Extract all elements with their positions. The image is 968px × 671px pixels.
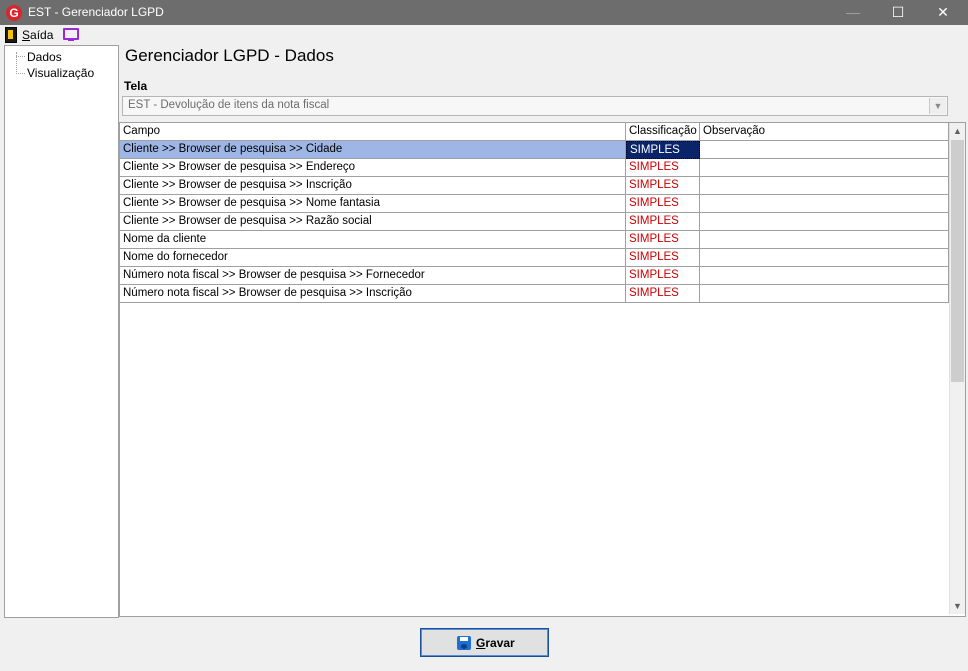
cell-observacao[interactable]	[700, 267, 949, 285]
cell-classificacao[interactable]: SIMPLES	[626, 249, 700, 267]
navigation-tree: Dados Visualização	[4, 45, 119, 618]
maximize-button[interactable]: ☐	[875, 0, 921, 25]
cell-classificacao[interactable]: SIMPLES	[626, 141, 700, 159]
table-row[interactable]: Número nota fiscal >> Browser de pesquis…	[120, 285, 949, 303]
chevron-down-icon[interactable]: ▼	[929, 98, 946, 114]
cell-observacao[interactable]	[700, 285, 949, 303]
cell-campo[interactable]: Cliente >> Browser de pesquisa >> Inscri…	[120, 177, 626, 195]
scrollbar-thumb[interactable]	[951, 140, 964, 382]
cell-observacao[interactable]	[700, 141, 949, 159]
table-row[interactable]: Cliente >> Browser de pesquisa >> Nome f…	[120, 195, 949, 213]
page-title: Gerenciador LGPD - Dados	[125, 46, 334, 65]
tela-select[interactable]: EST - Devolução de itens da nota fiscal …	[122, 96, 948, 116]
tela-label: Tela	[124, 79, 148, 93]
cell-observacao[interactable]	[700, 213, 949, 231]
tree-connector	[16, 73, 25, 74]
table-row[interactable]: Cliente >> Browser de pesquisa >> Razão …	[120, 213, 949, 231]
cell-campo[interactable]: Nome da cliente	[120, 231, 626, 249]
close-button[interactable]: ✕	[920, 0, 966, 25]
cell-campo[interactable]: Nome do fornecedor	[120, 249, 626, 267]
grid-header: Campo Classificação Observação	[120, 123, 949, 141]
cell-observacao[interactable]	[700, 195, 949, 213]
menu-bar: Saída	[0, 25, 968, 44]
cell-campo[interactable]: Número nota fiscal >> Browser de pesquis…	[120, 285, 626, 303]
cell-classificacao[interactable]: SIMPLES	[626, 159, 700, 177]
cell-classificacao[interactable]: SIMPLES	[626, 195, 700, 213]
cell-campo[interactable]: Cliente >> Browser de pesquisa >> Cidade	[120, 141, 626, 159]
cell-observacao[interactable]	[700, 159, 949, 177]
tree-connector	[16, 56, 25, 57]
menu-saida-label: aída	[30, 28, 54, 42]
tree-item-visualizacao[interactable]: Visualização	[27, 66, 94, 80]
cell-classificacao[interactable]: SIMPLES	[626, 285, 700, 303]
scroll-up-arrow-icon[interactable]: ▲	[950, 123, 965, 139]
gravar-button-label: Gravar	[476, 636, 515, 650]
tela-select-value: EST - Devolução de itens da nota fiscal	[128, 99, 330, 111]
cell-classificacao[interactable]: SIMPLES	[626, 231, 700, 249]
data-grid: Campo Classificação Observação Cliente >…	[119, 122, 966, 617]
scroll-down-arrow-icon[interactable]: ▼	[950, 598, 965, 614]
cell-observacao[interactable]	[700, 249, 949, 267]
cell-classificacao[interactable]: SIMPLES	[626, 267, 700, 285]
column-header-campo[interactable]: Campo	[120, 123, 626, 140]
gravar-mnemonic: G	[476, 636, 486, 650]
cell-observacao[interactable]	[700, 177, 949, 195]
column-header-classificacao[interactable]: Classificação	[626, 123, 700, 140]
monitor-icon[interactable]	[63, 28, 79, 41]
vertical-scrollbar[interactable]: ▲ ▼	[949, 123, 965, 614]
table-row[interactable]: Cliente >> Browser de pesquisa >> Inscri…	[120, 177, 949, 195]
minimize-button[interactable]: —	[830, 0, 876, 25]
column-header-observacao[interactable]: Observação	[700, 123, 949, 140]
menu-saida-mnemonic: S	[22, 28, 31, 42]
cell-classificacao[interactable]: SIMPLES	[626, 177, 700, 195]
cell-observacao[interactable]	[700, 231, 949, 249]
gravar-button[interactable]: Gravar	[420, 628, 549, 657]
gravar-label-rest: ravar	[485, 636, 515, 650]
cell-classificacao[interactable]: SIMPLES	[626, 213, 700, 231]
save-disk-icon	[457, 636, 471, 650]
table-row[interactable]: Cliente >> Browser de pesquisa >> Endere…	[120, 159, 949, 177]
title-bar: G EST - Gerenciador LGPD — ☐ ✕	[0, 0, 968, 25]
app-logo-icon: G	[6, 5, 22, 21]
table-row[interactable]: Nome da cliente SIMPLES	[120, 231, 949, 249]
tree-item-dados[interactable]: Dados	[27, 50, 62, 64]
cell-campo[interactable]: Cliente >> Browser de pesquisa >> Endere…	[120, 159, 626, 177]
cell-campo[interactable]: Número nota fiscal >> Browser de pesquis…	[120, 267, 626, 285]
table-row[interactable]: Número nota fiscal >> Browser de pesquis…	[120, 267, 949, 285]
table-row[interactable]: Cliente >> Browser de pesquisa >> Cidade…	[120, 141, 949, 159]
exit-door-icon[interactable]	[5, 27, 17, 43]
window-title: EST - Gerenciador LGPD	[28, 5, 164, 19]
menu-saida[interactable]: Saída	[22, 28, 53, 42]
cell-campo[interactable]: Cliente >> Browser de pesquisa >> Razão …	[120, 213, 626, 231]
table-row[interactable]: Nome do fornecedor SIMPLES	[120, 249, 949, 267]
cell-campo[interactable]: Cliente >> Browser de pesquisa >> Nome f…	[120, 195, 626, 213]
